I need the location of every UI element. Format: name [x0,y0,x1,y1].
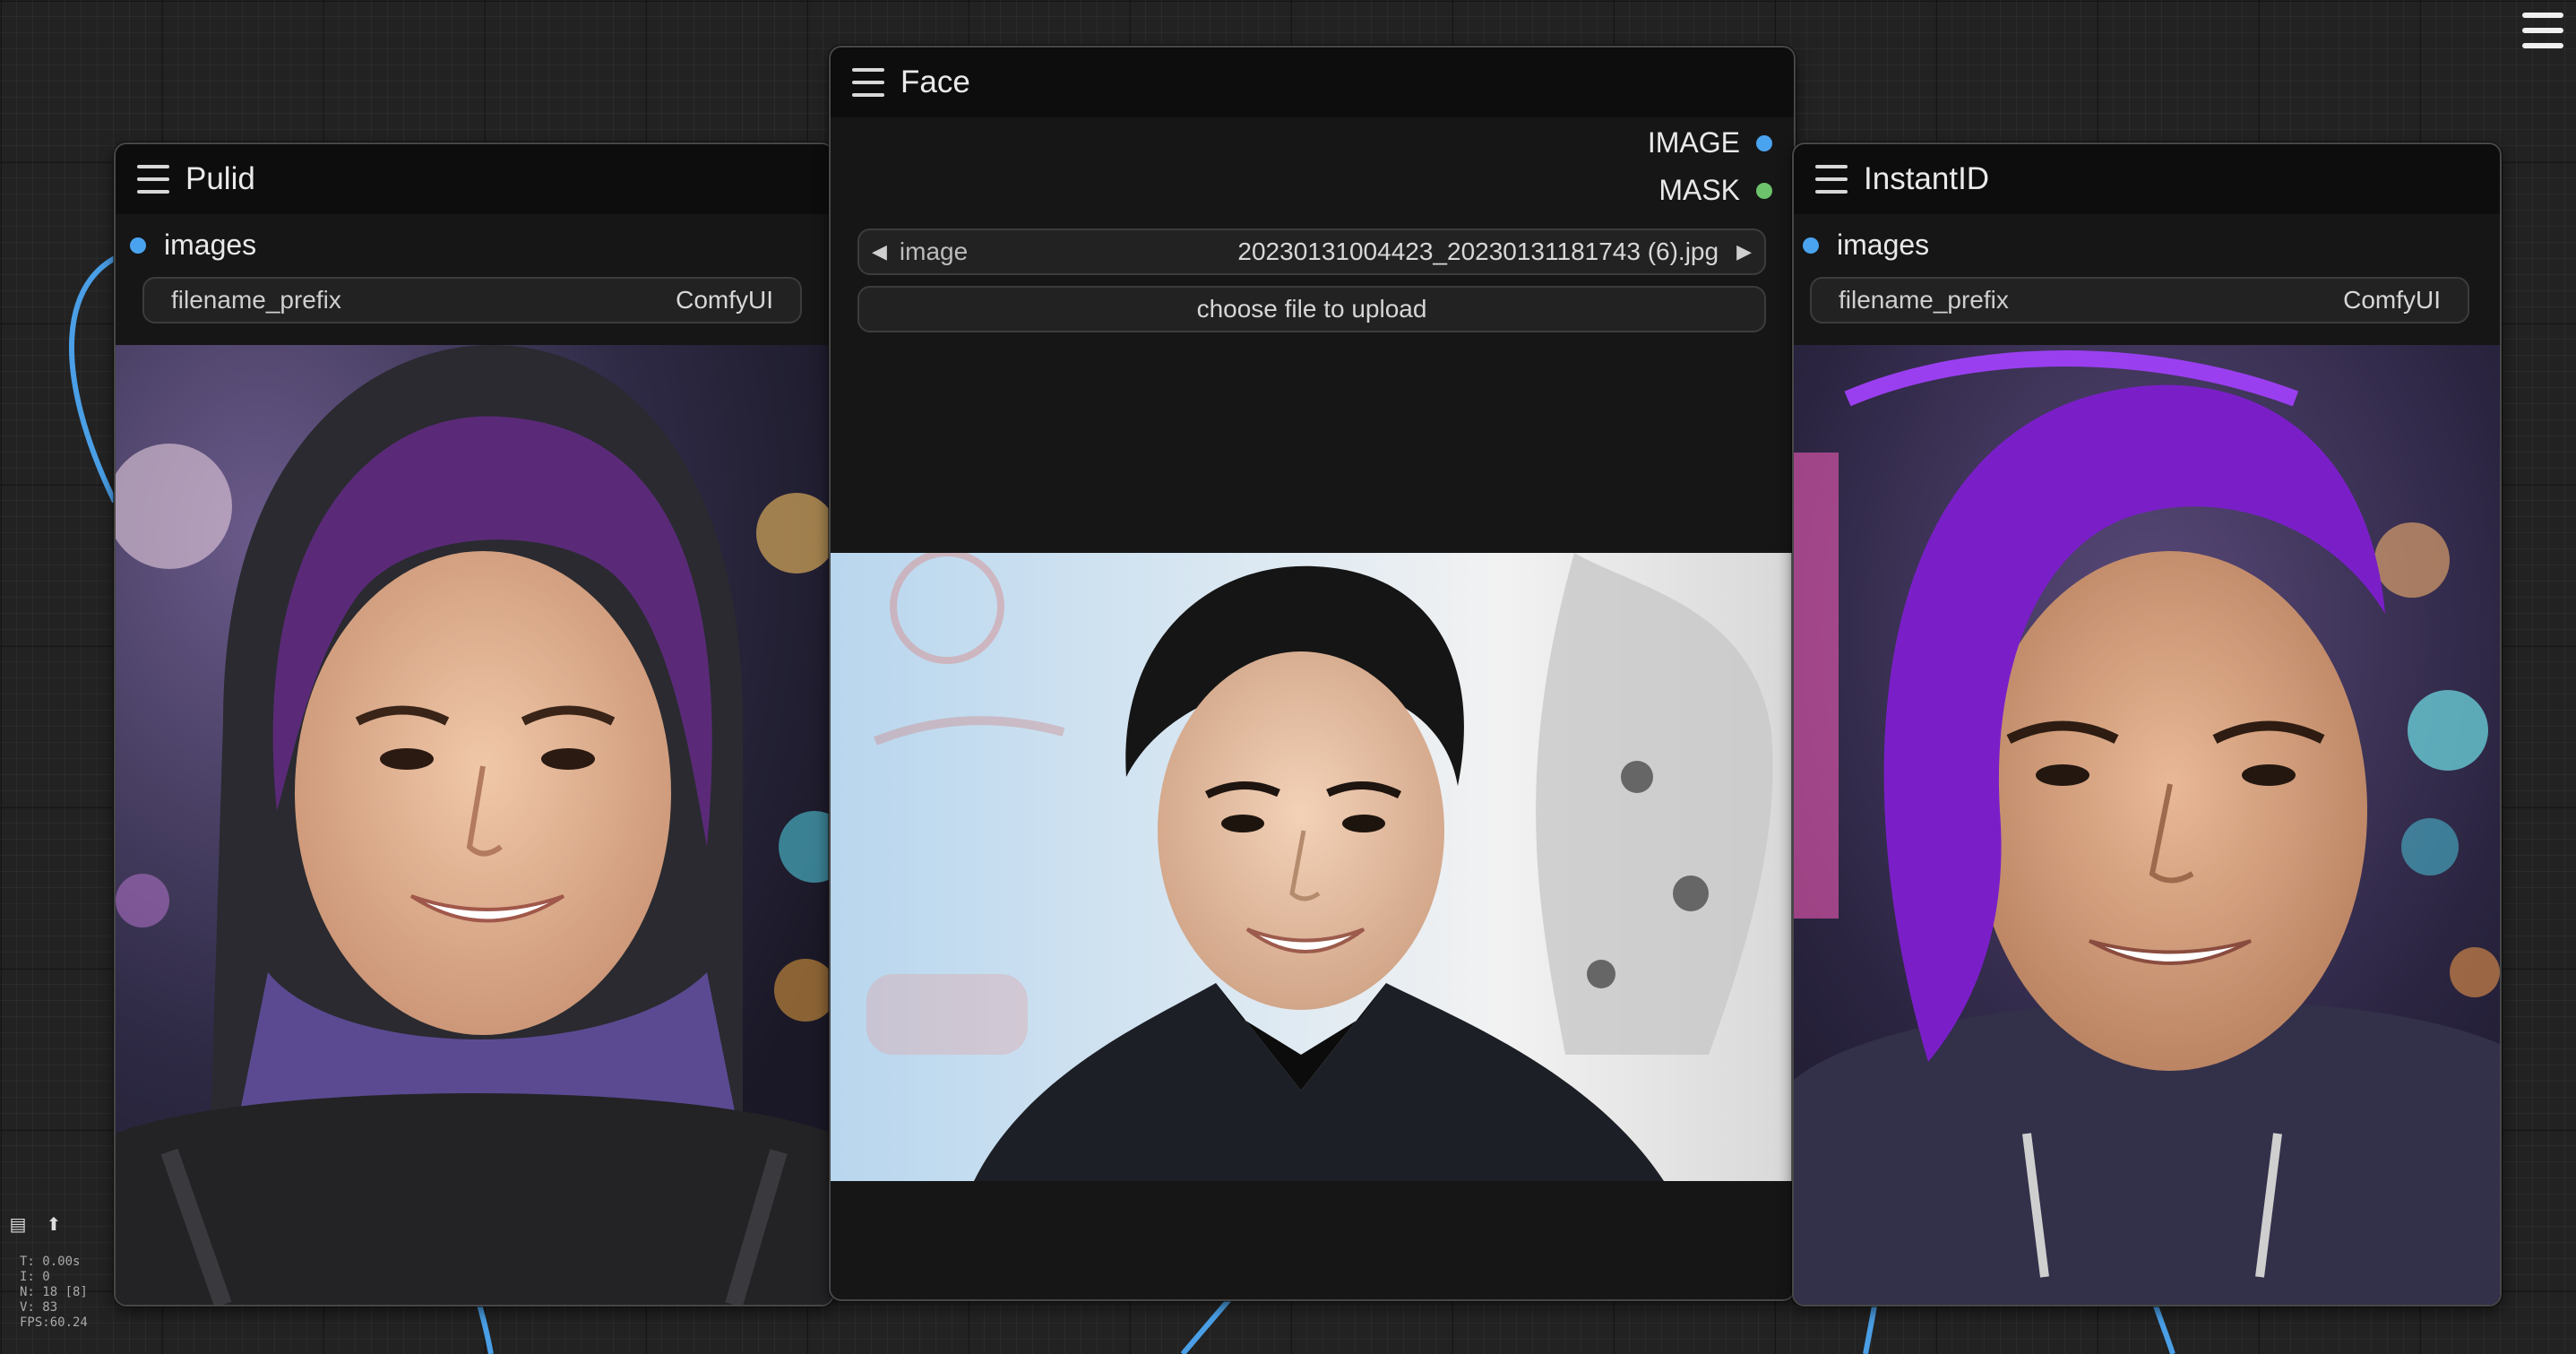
slot-label: images [164,229,257,261]
stat-time: T: 0.00s [20,1255,81,1269]
stat-i: I: 0 [20,1270,50,1284]
render-stats: T: 0.00s I: 0 N: 18 [8] V: 83 FPS:60.24 [20,1255,88,1331]
preview-image [1794,345,2500,1305]
clipboard-icon[interactable]: ▤ [9,1214,27,1235]
hamburger-icon[interactable] [1815,165,1848,194]
arrow-left-icon[interactable]: ◀ [872,240,887,263]
slot-label: images [1837,229,1930,261]
stat-nodes: N: 18 [8] [20,1285,88,1299]
widget-label: filename_prefix [1839,286,2009,314]
image-combo-widget[interactable]: ◀ image 20230131004423_20230131181743 (6… [857,229,1766,275]
widget-value: ComfyUI [676,286,773,314]
widget-value: 20230131004423_20230131181743 (6).jpg [1237,237,1719,265]
node-title: InstantID [1864,161,1990,196]
stat-fps: FPS:60.24 [20,1315,88,1330]
canvas-menu-icon[interactable] [2522,13,2563,48]
input-port[interactable] [1803,237,1819,254]
node-body: images filename_prefix ComfyUI [116,214,832,1305]
node-header[interactable]: InstantID [1794,144,2500,214]
hoodie [116,1093,832,1305]
hamburger-icon[interactable] [137,165,169,194]
input-slot-images[interactable]: images [130,229,256,262]
output-port[interactable] [1756,134,1772,151]
widget-label: image [899,237,969,265]
node-header[interactable]: Face [831,47,1794,117]
output-slot-mask[interactable]: MASK [1658,174,1772,207]
node-pulid[interactable]: Pulid images filename_prefix ComfyUI [114,142,834,1307]
face [1158,651,1444,1010]
filename-prefix-widget[interactable]: filename_prefix ComfyUI [1810,277,2469,323]
hamburger-icon[interactable] [852,68,884,97]
face [1973,551,2367,1071]
face [295,551,671,1035]
stat-v: V: 83 [20,1300,58,1315]
output-slot-image[interactable]: IMAGE [1648,126,1772,160]
arrow-right-icon[interactable]: ▶ [1736,240,1752,263]
node-body: IMAGE MASK ◀ image 20230131004423_202301… [831,117,1794,1299]
widget-value: ComfyUI [2343,286,2441,314]
preview-image [831,553,1794,1181]
canvas-tools: ▤ ⬆ [9,1214,63,1235]
button-label: choose file to upload [1196,295,1427,323]
node-title: Face [900,65,970,99]
widget-label: filename_prefix [171,286,341,314]
node-instantid[interactable]: InstantID images filename_prefix ComfyUI [1792,142,2502,1307]
input-slot-images[interactable]: images [1803,229,1929,262]
upload-button[interactable]: choose file to upload [857,286,1766,332]
filename-prefix-widget[interactable]: filename_prefix ComfyUI [142,277,802,323]
node-header[interactable]: Pulid [116,144,832,214]
node-body: images filename_prefix ComfyUI [1794,214,2500,1305]
node-face[interactable]: Face IMAGE MASK ◀ image 20230131004423_2… [829,46,1796,1301]
node-title: Pulid [185,161,255,196]
input-port[interactable] [130,237,146,254]
pin-icon[interactable]: ⬆ [45,1214,63,1235]
preview-image [116,345,832,1305]
slot-label: IMAGE [1647,126,1740,159]
slot-label: MASK [1658,174,1740,206]
bokeh-light [116,874,169,927]
output-port[interactable] [1756,182,1772,199]
